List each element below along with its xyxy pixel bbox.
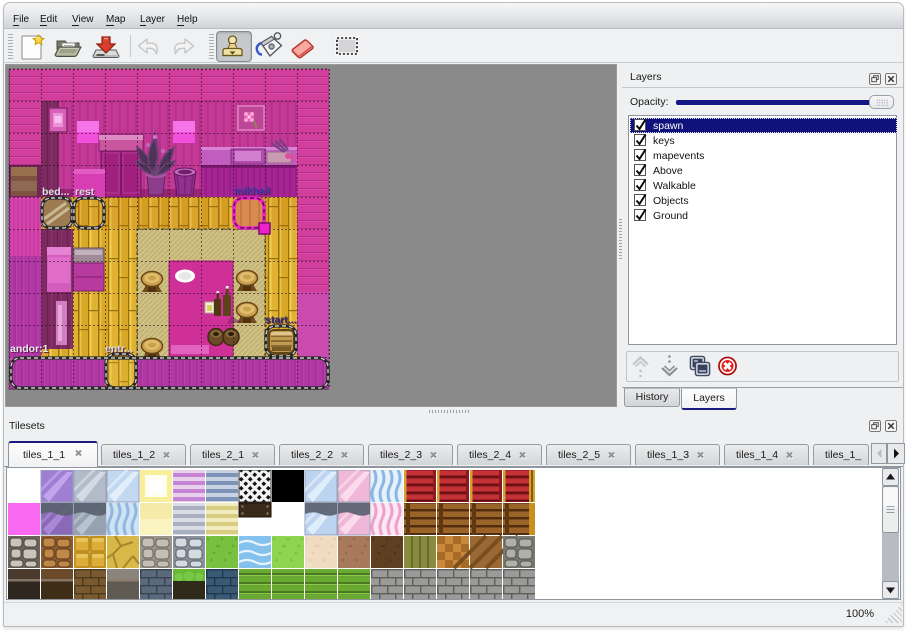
svg-text:bed...: bed... (42, 186, 70, 198)
svg-text:mikhail: mikhail (234, 185, 270, 197)
svg-text:andor:1: andor:1 (10, 343, 49, 355)
svg-text:start...: start... (265, 314, 297, 326)
svg-text:entr...: entr... (105, 343, 133, 355)
svg-text:rest: rest (75, 186, 95, 198)
